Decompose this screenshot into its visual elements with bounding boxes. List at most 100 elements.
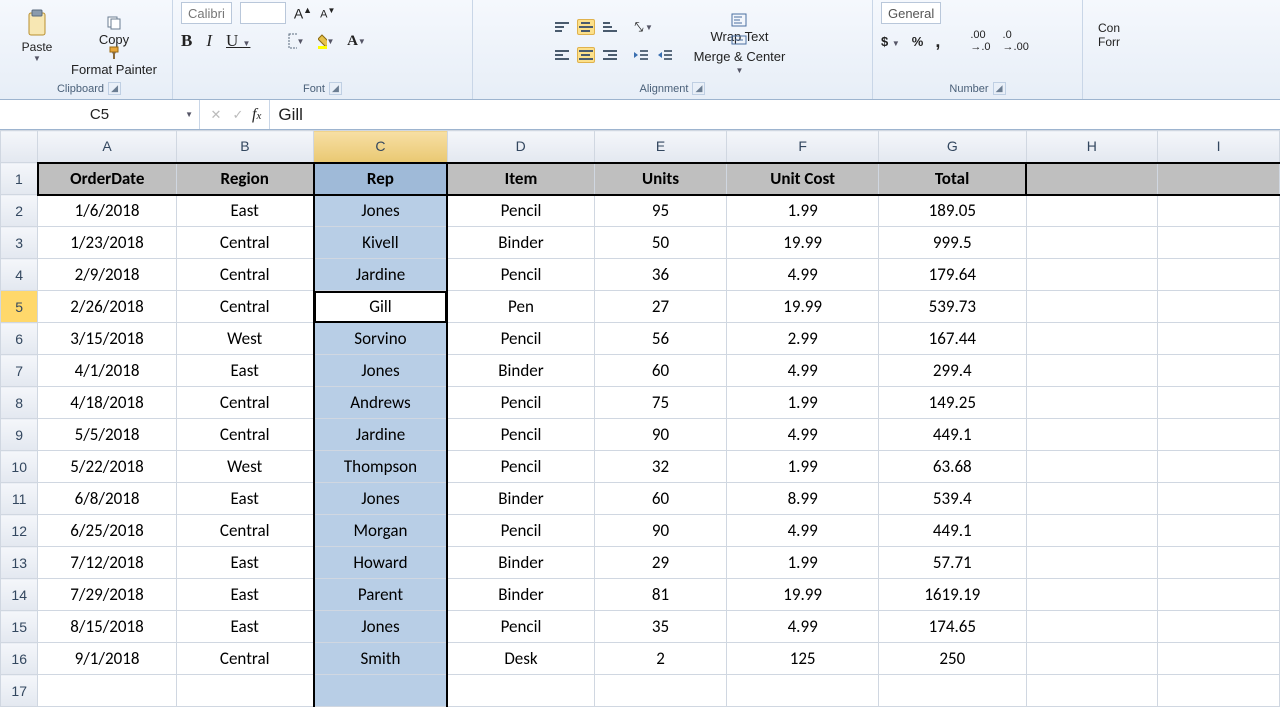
cell[interactable]: 1.99 xyxy=(727,451,879,483)
cell[interactable]: 7/12/2018 xyxy=(38,547,176,579)
cell[interactable]: 56 xyxy=(594,323,726,355)
increase-font-icon[interactable]: A▲ xyxy=(294,5,312,22)
cell[interactable]: 4.99 xyxy=(727,259,879,291)
row-header[interactable]: 7 xyxy=(1,355,38,387)
merge-center-button[interactable]: Merge & Center ▼ xyxy=(687,43,793,65)
format-painter-button[interactable]: Format Painter xyxy=(64,50,164,72)
cell[interactable]: 6/25/2018 xyxy=(38,515,176,547)
increase-decimal-button[interactable]: .00→.0 xyxy=(970,29,990,53)
row-header[interactable]: 12 xyxy=(1,515,38,547)
row-header[interactable]: 1 xyxy=(1,163,38,195)
row-header[interactable]: 2 xyxy=(1,195,38,227)
row-header[interactable]: 4 xyxy=(1,259,38,291)
cell[interactable]: 149.25 xyxy=(879,387,1026,419)
cell[interactable]: Central xyxy=(176,227,314,259)
row-header[interactable]: 10 xyxy=(1,451,38,483)
cell[interactable]: 19.99 xyxy=(727,579,879,611)
cell[interactable]: 299.4 xyxy=(879,355,1026,387)
table-header-cell[interactable]: Rep xyxy=(314,163,447,195)
cell[interactable]: 4.99 xyxy=(727,515,879,547)
cell[interactable] xyxy=(1026,163,1158,195)
cell[interactable]: Central xyxy=(176,291,314,323)
table-header-cell[interactable]: Total xyxy=(879,163,1026,195)
cell[interactable]: 1.99 xyxy=(727,547,879,579)
cell[interactable]: Thompson xyxy=(314,451,447,483)
cell[interactable]: 50 xyxy=(594,227,726,259)
cell[interactable]: Central xyxy=(176,419,314,451)
number-format-combo[interactable]: General xyxy=(881,2,941,24)
column-header[interactable]: A xyxy=(38,131,176,163)
select-all-corner[interactable] xyxy=(1,131,38,163)
cell[interactable]: 3/15/2018 xyxy=(38,323,176,355)
cell[interactable] xyxy=(1026,387,1158,419)
cell[interactable]: Pencil xyxy=(447,195,594,227)
cell[interactable]: 5/5/2018 xyxy=(38,419,176,451)
cell[interactable] xyxy=(1158,611,1280,643)
cell[interactable]: Jones xyxy=(314,611,447,643)
cell[interactable]: 174.65 xyxy=(879,611,1026,643)
cell[interactable]: 125 xyxy=(727,643,879,675)
cell[interactable]: 8/15/2018 xyxy=(38,611,176,643)
decrease-decimal-button[interactable]: .0→.00 xyxy=(1003,29,1029,53)
cell[interactable]: East xyxy=(176,547,314,579)
dialog-launcher-icon[interactable]: ◢ xyxy=(692,82,705,95)
cell[interactable]: West xyxy=(176,323,314,355)
row-header[interactable]: 15 xyxy=(1,611,38,643)
column-header[interactable]: E xyxy=(594,131,726,163)
paste-button[interactable]: Paste ▼ xyxy=(14,2,60,68)
font-name-combo[interactable]: Calibri xyxy=(181,2,232,24)
enter-formula-icon[interactable]: ✓ xyxy=(230,107,246,123)
decrease-indent-button[interactable] xyxy=(633,47,649,63)
cell[interactable] xyxy=(1158,547,1280,579)
cell[interactable]: Desk xyxy=(447,643,594,675)
cell[interactable]: 2 xyxy=(594,643,726,675)
cell[interactable] xyxy=(1158,195,1280,227)
cell[interactable]: Central xyxy=(176,259,314,291)
cell[interactable]: Pen xyxy=(447,291,594,323)
cell[interactable] xyxy=(1158,675,1280,707)
dialog-launcher-icon[interactable]: ◢ xyxy=(993,82,1006,95)
font-size-combo[interactable] xyxy=(240,2,286,24)
row-header[interactable]: 11 xyxy=(1,483,38,515)
cell[interactable]: 60 xyxy=(594,483,726,515)
cell[interactable]: Kivell xyxy=(314,227,447,259)
column-header[interactable]: G xyxy=(879,131,1026,163)
row-header[interactable]: 6 xyxy=(1,323,38,355)
cell[interactable]: 27 xyxy=(594,291,726,323)
cell[interactable]: 19.99 xyxy=(727,227,879,259)
cell[interactable]: Parent xyxy=(314,579,447,611)
cell[interactable] xyxy=(1026,291,1158,323)
cell[interactable]: 5/22/2018 xyxy=(38,451,176,483)
cell[interactable]: 9/1/2018 xyxy=(38,643,176,675)
cell[interactable] xyxy=(1026,483,1158,515)
cell[interactable]: 35 xyxy=(594,611,726,643)
dialog-launcher-icon[interactable]: ◢ xyxy=(108,82,121,95)
cell[interactable]: East xyxy=(176,579,314,611)
align-top-button[interactable] xyxy=(553,19,571,35)
table-header-cell[interactable]: Units xyxy=(594,163,726,195)
borders-button[interactable]: ▼ xyxy=(288,33,304,49)
cell[interactable]: Jones xyxy=(314,355,447,387)
cell[interactable] xyxy=(1158,387,1280,419)
cell[interactable]: Central xyxy=(176,643,314,675)
cell[interactable]: 999.5 xyxy=(879,227,1026,259)
cell[interactable]: Binder xyxy=(447,227,594,259)
cell[interactable] xyxy=(1158,323,1280,355)
cell[interactable]: Central xyxy=(176,387,314,419)
align-center-button[interactable] xyxy=(577,47,595,63)
italic-button[interactable]: I xyxy=(206,31,212,51)
cell[interactable]: 6/8/2018 xyxy=(38,483,176,515)
cell[interactable] xyxy=(1026,227,1158,259)
cancel-formula-icon[interactable]: ✕ xyxy=(208,107,224,123)
cell[interactable]: 63.68 xyxy=(879,451,1026,483)
cell[interactable]: Andrews xyxy=(314,387,447,419)
cell[interactable]: Central xyxy=(176,515,314,547)
comma-format-button[interactable]: , xyxy=(935,31,940,52)
increase-indent-button[interactable] xyxy=(657,47,673,63)
fill-color-button[interactable]: ▼ xyxy=(318,33,334,49)
row-header[interactable]: 16 xyxy=(1,643,38,675)
cell[interactable]: Binder xyxy=(447,483,594,515)
cell[interactable]: 2/26/2018 xyxy=(38,291,176,323)
cell[interactable] xyxy=(1158,515,1280,547)
cell[interactable] xyxy=(1158,227,1280,259)
